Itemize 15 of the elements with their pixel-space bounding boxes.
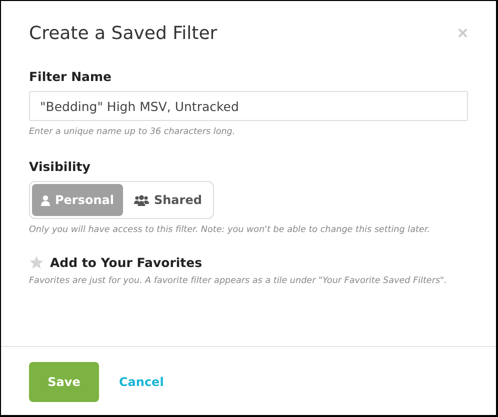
dialog-title: Create a Saved Filter (29, 22, 218, 44)
person-icon (41, 194, 50, 206)
help-text: Enter a unique name up to 36 characters long. (29, 127, 236, 137)
field-label: Filter Name (29, 69, 112, 84)
favorites-label: Add to Your Favorites (50, 255, 202, 270)
save-button[interactable]: Save (29, 362, 99, 402)
filter-name-field[interactable]: "Bedding" High MSV, Untracked (29, 91, 468, 121)
help-text: Only you will have access to this filter. Note: you won't be able to change this setting later. (29, 225, 431, 235)
close-button[interactable]: × (457, 24, 468, 42)
cancel-link[interactable]: Cancel (119, 375, 164, 389)
visibility-option[interactable]: Personal (32, 184, 123, 216)
field-label: Visibility (29, 159, 92, 174)
star-icon[interactable] (29, 255, 44, 270)
group-icon (134, 194, 149, 206)
help-text: Favorites are just for you. A favorite filter appears as a tile under "Your Favorite Saved Filters". (29, 276, 448, 286)
